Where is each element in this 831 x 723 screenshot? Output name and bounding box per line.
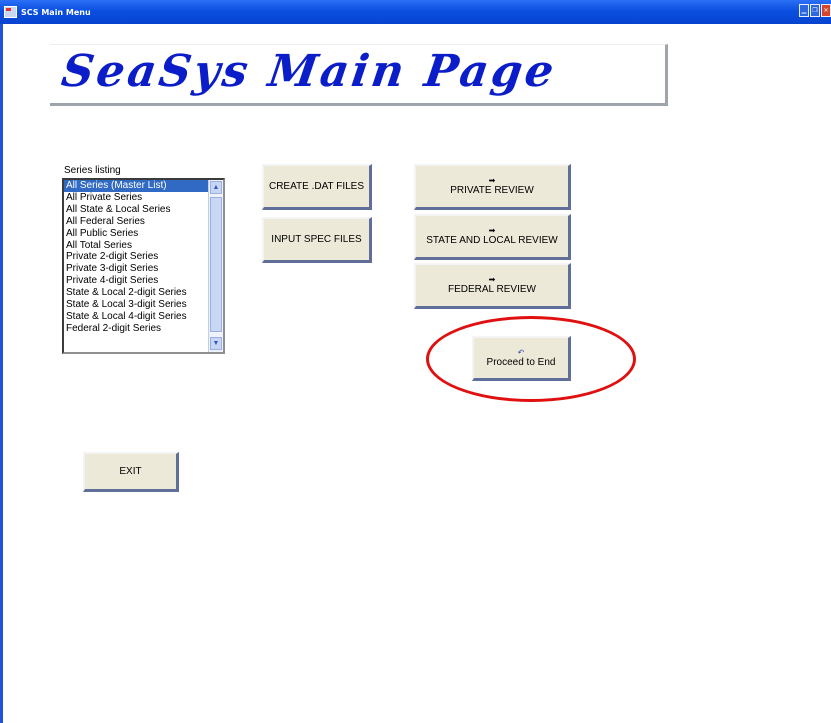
arrow-right-icon: ➡ <box>488 226 496 235</box>
proceed-to-end-label: Proceed to End <box>486 356 556 368</box>
listbox-scrollbar[interactable]: ▲ ▼ <box>208 180 223 352</box>
series-listing-label: Series listing <box>64 165 121 176</box>
series-list-item[interactable]: Federal 2-digit Series <box>64 323 208 335</box>
close-icon[interactable]: ✕ <box>821 4 831 17</box>
proceed-to-end-button[interactable]: ↶ Proceed to End <box>472 336 571 381</box>
series-list: All Series (Master List) All Private Seri… <box>64 180 208 335</box>
series-list-item[interactable]: Private 2-digit Series <box>64 251 208 263</box>
series-list-item[interactable]: Private 3-digit Series <box>64 263 208 275</box>
federal-review-label: FEDERAL REVIEW <box>448 284 536 295</box>
create-dat-files-label: CREATE .DAT FILES <box>268 180 365 192</box>
series-listbox[interactable]: All Series (Master List) All Private Seri… <box>62 178 225 354</box>
input-spec-files-button[interactable]: INPUT SPEC FILES <box>262 217 372 263</box>
page-banner: SeaSys Main Page <box>50 44 668 106</box>
series-list-item[interactable]: All State & Local Series <box>64 204 208 216</box>
window-left-border <box>0 24 3 723</box>
series-list-item[interactable]: State & Local 2-digit Series <box>64 287 208 299</box>
arrow-right-icon: ➡ <box>488 275 496 284</box>
series-list-item[interactable]: State & Local 3-digit Series <box>64 299 208 311</box>
scroll-down-icon[interactable]: ▼ <box>210 337 222 350</box>
restore-icon[interactable]: ❐ <box>810 4 820 17</box>
page-title: SeaSys Main Page <box>58 46 560 97</box>
minimize-icon[interactable]: ▁ <box>799 4 809 17</box>
input-spec-files-label: INPUT SPEC FILES <box>271 233 362 245</box>
series-list-item[interactable]: All Series (Master List) <box>64 180 208 192</box>
create-dat-files-button[interactable]: CREATE .DAT FILES <box>262 164 372 210</box>
series-list-item[interactable]: All Public Series <box>64 228 208 240</box>
series-list-item[interactable]: All Federal Series <box>64 216 208 228</box>
scroll-up-icon[interactable]: ▲ <box>210 181 222 194</box>
series-list-item[interactable]: Private 4-digit Series <box>64 275 208 287</box>
window-title-bar[interactable]: SCS Main Menu ▁ ❐ ✕ <box>0 0 831 24</box>
exit-button[interactable]: EXIT <box>83 452 179 492</box>
series-list-item[interactable]: All Private Series <box>64 192 208 204</box>
series-list-item[interactable]: State & Local 4-digit Series <box>64 311 208 323</box>
series-list-item[interactable]: All Total Series <box>64 240 208 252</box>
state-local-review-button[interactable]: ➡ STATE AND LOCAL REVIEW <box>414 214 571 260</box>
app-icon <box>4 6 17 18</box>
private-review-button[interactable]: ➡ PRIVATE REVIEW <box>414 164 571 210</box>
arrow-right-icon: ➡ <box>488 176 496 185</box>
exit-label: EXIT <box>119 465 142 477</box>
state-local-review-label: STATE AND LOCAL REVIEW <box>426 235 558 246</box>
federal-review-button[interactable]: ➡ FEDERAL REVIEW <box>414 263 571 309</box>
window-controls: ▁ ❐ ✕ <box>799 4 831 17</box>
scroll-thumb[interactable] <box>210 197 222 332</box>
window-title: SCS Main Menu <box>21 7 91 17</box>
private-review-label: PRIVATE REVIEW <box>450 185 534 196</box>
return-arrow-icon: ↶ <box>517 347 525 357</box>
